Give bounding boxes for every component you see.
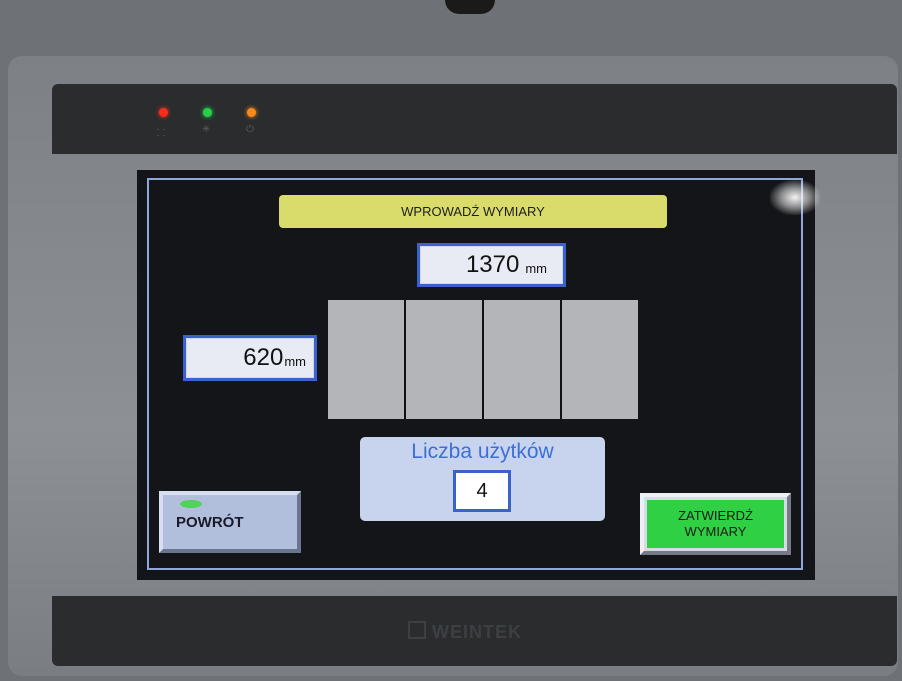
height-unit: mm: [284, 353, 306, 369]
height-input[interactable]: 620 mm: [183, 335, 317, 381]
network-icon: ⸬: [157, 128, 166, 139]
brand-logo: WEINTEK: [432, 622, 522, 642]
count-input[interactable]: 4: [453, 470, 511, 512]
back-indicator-icon: [180, 500, 202, 508]
back-button[interactable]: POWRÓT: [159, 491, 301, 553]
width-unit: mm: [525, 260, 547, 276]
panel-4: [562, 300, 638, 419]
mount-bracket: [445, 0, 495, 14]
count-panel: Liczba użytków 4: [360, 437, 605, 521]
page-title: WPROWADŹ WYMIARY: [279, 195, 667, 228]
count-label: Liczba użytków: [411, 440, 554, 463]
panel-2: [406, 300, 482, 419]
width-input[interactable]: 1370 mm: [417, 243, 566, 287]
indicator-strip: [52, 84, 897, 154]
network-led: [159, 108, 168, 117]
panel-3: [484, 300, 560, 419]
back-button-label: POWRÓT: [176, 513, 244, 531]
panel-preview: [328, 300, 638, 419]
sun-icon: ✳: [202, 124, 211, 135]
width-value: 1370: [465, 251, 520, 278]
confirm-dimensions-button[interactable]: ZATWIERDŹ WYMIARY: [640, 493, 791, 555]
panel-1: [328, 300, 404, 419]
height-value: 620: [243, 344, 284, 371]
weintek-logo-icon: [408, 621, 426, 639]
confirm-button-label: ZATWIERDŹ WYMIARY: [647, 500, 784, 548]
screen-glare: [770, 180, 820, 215]
run-led: [203, 108, 212, 117]
power-led: [247, 108, 256, 117]
power-icon: ⏻: [246, 124, 254, 135]
